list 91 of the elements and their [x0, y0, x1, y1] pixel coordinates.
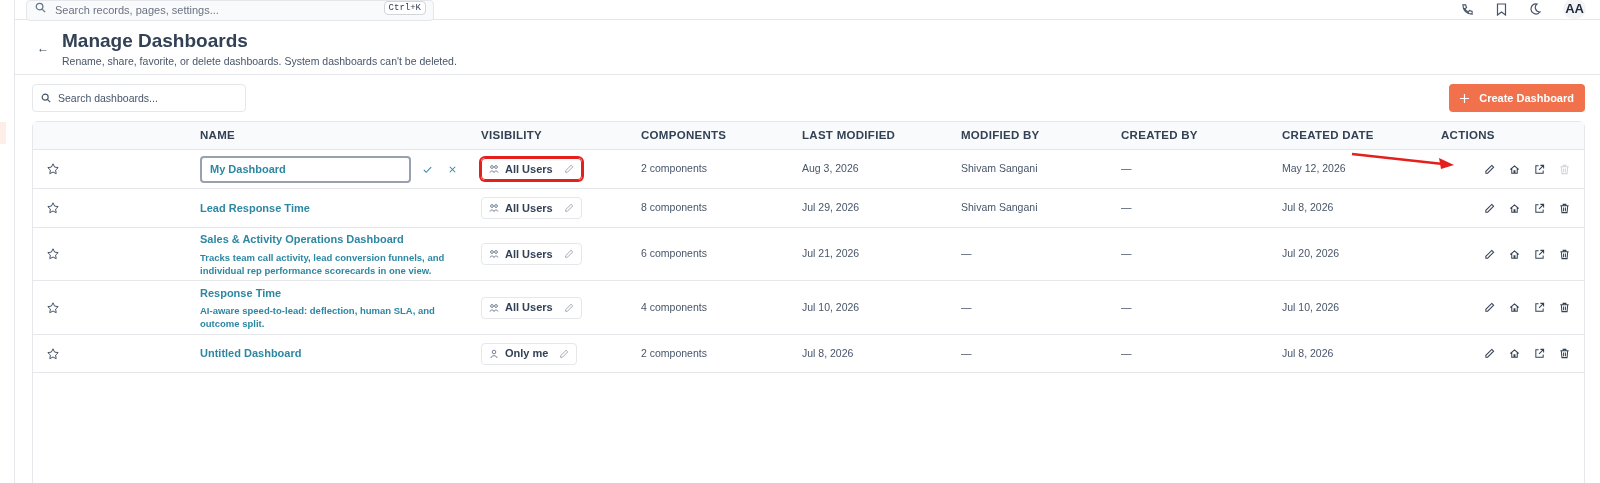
- visibility-button[interactable]: Only me: [481, 342, 578, 365]
- plus-icon: [1460, 93, 1470, 103]
- user-avatar[interactable]: AA: [1563, 0, 1586, 19]
- favorite-star-icon[interactable]: [47, 347, 59, 360]
- pencil-icon[interactable]: [1484, 163, 1495, 175]
- pencil-icon: [563, 203, 574, 213]
- table-cell: Jul 20, 2026: [1282, 247, 1340, 260]
- favorite-star-icon[interactable]: [47, 248, 59, 260]
- table-cell: Shivam Sangani: [961, 162, 1038, 175]
- external-link-icon[interactable]: [1534, 302, 1545, 313]
- trash-icon[interactable]: [1559, 302, 1570, 313]
- pencil-icon[interactable]: [1484, 248, 1495, 260]
- external-link-icon[interactable]: [1534, 202, 1545, 214]
- table-cell: Jul 29, 2026: [802, 201, 860, 214]
- pencil-icon: [563, 164, 574, 174]
- favorite-star-icon[interactable]: [47, 202, 59, 214]
- table-cell: —: [1121, 201, 1132, 214]
- table-cell: Jul 8, 2026: [802, 346, 854, 359]
- table-cell: —: [1121, 162, 1132, 175]
- visibility-button[interactable]: All Users: [481, 197, 582, 219]
- table-cell: 6 components: [641, 247, 707, 260]
- column-header: CREATED BY: [1121, 127, 1198, 143]
- users-icon: [489, 302, 499, 313]
- page-title: Manage Dashboards: [62, 29, 249, 53]
- home-icon[interactable]: [1509, 302, 1520, 313]
- users-icon: [489, 203, 499, 213]
- table-cell: May 12, 2026: [1282, 162, 1346, 175]
- dashboard-name-link[interactable]: Lead Response Time: [200, 199, 310, 217]
- dashboard-description: AI-aware speed-to-lead: deflection, human SLA, and outcome split.: [200, 304, 436, 331]
- search-icon: [35, 2, 46, 13]
- phone-icon[interactable]: [1461, 2, 1475, 16]
- table-cell: —: [1121, 346, 1132, 359]
- table-cell: —: [961, 300, 972, 313]
- external-link-icon[interactable]: [1534, 163, 1545, 175]
- table-cell: Jul 10, 2026: [802, 300, 860, 313]
- bookmark-icon[interactable]: [1496, 2, 1508, 16]
- table-cell: —: [961, 346, 972, 359]
- table-cell: Jul 8, 2026: [1282, 201, 1334, 214]
- table-cell: —: [1121, 300, 1132, 313]
- dashboard-description: Tracks team call activity, lead conversion funnels, and individual rep performance scorecards in one view.: [200, 250, 446, 277]
- trash-icon[interactable]: [1559, 348, 1570, 359]
- column-header: MODIFIED BY: [961, 127, 1040, 143]
- column-header: ACTIONS: [1441, 127, 1495, 143]
- column-header: NAME: [200, 127, 235, 143]
- pencil-icon: [563, 302, 574, 313]
- visibility-button[interactable]: All Users: [481, 296, 582, 319]
- shortcut-hint: Ctrl+K: [383, 1, 426, 15]
- table-cell: Jul 8, 2026: [1282, 346, 1334, 359]
- column-header: VISIBILITY: [481, 127, 543, 143]
- column-header: COMPONENTS: [641, 127, 727, 143]
- external-link-icon[interactable]: [1534, 348, 1545, 359]
- pencil-icon[interactable]: [1484, 202, 1495, 214]
- table-cell: 4 components: [641, 300, 707, 313]
- search-field[interactable]: Search dashboards...: [32, 84, 246, 112]
- table-cell: 8 components: [641, 201, 707, 214]
- table-cell: Aug 3, 2026: [802, 162, 859, 175]
- back-button[interactable]: ←: [37, 39, 62, 57]
- users-icon: [489, 164, 499, 174]
- favorite-star-icon[interactable]: [47, 163, 59, 175]
- user-icon: [489, 348, 499, 359]
- users-icon: [489, 249, 499, 259]
- page-subtitle: Rename, share, favorite, or delete dashboards. System dashboards can't be deleted.: [62, 54, 457, 69]
- moon-icon[interactable]: [1529, 3, 1542, 15]
- home-icon[interactable]: [1509, 202, 1520, 214]
- visibility-button[interactable]: All Users: [481, 158, 582, 180]
- pencil-icon: [563, 249, 574, 259]
- external-link-icon[interactable]: [1534, 248, 1545, 260]
- home-icon[interactable]: [1509, 163, 1520, 175]
- dashboard-name-link[interactable]: Untitled Dashboard: [200, 345, 302, 362]
- dashboard-name-link[interactable]: Sales & Activity Operations Dashboard: [200, 231, 404, 248]
- table-cell: Jul 21, 2026: [802, 247, 860, 260]
- home-icon[interactable]: [1509, 348, 1520, 359]
- trash-icon[interactable]: [1559, 248, 1570, 260]
- home-icon[interactable]: [1509, 248, 1520, 260]
- rename-field[interactable]: My Dashboard: [200, 155, 411, 183]
- favorite-star-icon[interactable]: [47, 301, 59, 314]
- dashboard-name-link[interactable]: Response Time: [200, 284, 282, 302]
- pencil-icon: [559, 348, 570, 359]
- table-cell: Jul 10, 2026: [1282, 300, 1340, 313]
- column-header: LAST MODIFIED: [802, 127, 896, 143]
- search-icon: [41, 93, 51, 103]
- visibility-button[interactable]: All Users: [481, 243, 582, 265]
- column-header: CREATED DATE: [1282, 127, 1374, 143]
- table-cell: 2 components: [641, 162, 707, 175]
- pencil-icon[interactable]: [1484, 348, 1495, 359]
- trash-icon[interactable]: [1559, 202, 1570, 214]
- table-cell: 2 components: [641, 346, 707, 359]
- table-cell: —: [1121, 247, 1132, 260]
- pencil-icon[interactable]: [1484, 302, 1495, 313]
- table-cell: Shivam Sangani: [961, 201, 1038, 214]
- table-cell: —: [961, 247, 972, 260]
